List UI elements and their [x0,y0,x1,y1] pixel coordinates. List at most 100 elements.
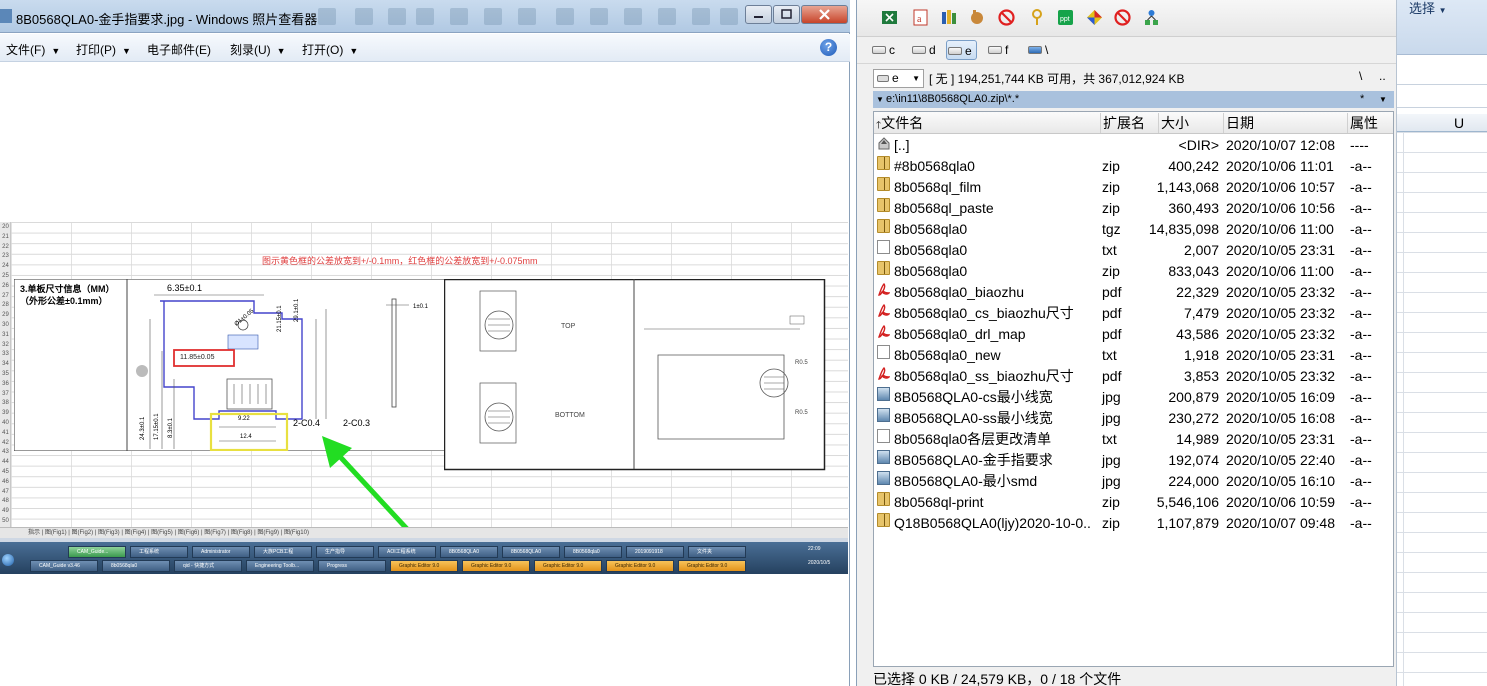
maximize-button[interactable] [773,5,800,24]
file-row[interactable]: 8b0568qla0 txt 2,007 2020/10/05 23:31 -a-- [874,240,1393,261]
column-ext-header[interactable]: 扩展名 [1101,113,1159,133]
help-icon[interactable]: ? [820,39,837,56]
drive-info-bar: e ▼ [ 无 ] 194,251,744 KB 可用，共 367,012,92… [857,65,1397,91]
menu-email[interactable]: 电子邮件(E) [147,41,211,58]
viewer-title-bar[interactable]: 8B0568QLA0-金手指要求.jpg - Windows 照片查看器 [0,0,850,33]
file-row[interactable]: 8b0568qla0_cs_biaozhu尺寸 pdf 7,479 2020/10/0… [874,303,1393,324]
path-filter[interactable]: * [1360,91,1364,108]
file-row[interactable]: 8B0568QLA0-cs最小线宽 jpg 200,879 2020/10/05 16… [874,387,1393,408]
photo-row-number: 39 [2,410,9,417]
drive-e-button[interactable]: e [946,40,977,60]
file-row[interactable]: 8b0568ql_paste zip 360,493 2020/10/06 10:56… [874,198,1393,219]
file-row[interactable]: 8b0568qla0_biaozhu pdf 22,329 2020/10/05 23… [874,282,1393,303]
ghost-icon [518,8,536,25]
file-row[interactable]: 8b0568qla0各层更改清单 txt 14,989 2020/10/05 23:3… [874,429,1393,450]
file-date: 2020/10/05 23:32 [1226,305,1335,321]
photo-taskbar: 22:09 2020/10/5 CAM_Guide... 工程系统 Administ… [0,542,848,574]
network-icon[interactable] [1143,9,1160,26]
column-size-header[interactable]: 大小 [1159,113,1224,133]
photo-taskbar-button: 8B0568QLA0 [502,546,560,558]
drive-free-space: [ 无 ] 194,251,744 KB 可用，共 367,012,924 KB [929,72,1185,86]
excel-icon[interactable] [881,9,898,26]
zip-file-icon [877,177,890,191]
menu-open[interactable]: 打开(O) ▼ [302,41,358,58]
ppt-icon[interactable]: ppt [1057,9,1074,26]
file-name: 8b0568ql_paste [894,200,994,216]
chevron-down-icon[interactable]: ▼ [1379,91,1387,108]
menu-file-label: 文件(F) [6,43,46,57]
file-date: 2020/10/05 16:09 [1226,389,1335,405]
drive-e-label: e [965,44,972,58]
cell-grid[interactable] [1397,132,1487,686]
column-name-header[interactable]: 🡑文件名 [874,113,1101,133]
photo-row-number: 47 [2,488,9,495]
photo-row-number: 35 [2,371,9,377]
column-ext-label: 扩展名 [1103,115,1145,131]
parent-dir-button[interactable]: .. [1379,69,1386,83]
file-row[interactable]: 8b0568qla0 tgz 14,835,098 2020/10/06 11:00-… [874,219,1393,240]
file-row[interactable]: 8B0568QLA0-ss最小线宽 jpg 230,272 2020/10/05 16… [874,408,1393,429]
close-button[interactable] [801,5,848,24]
column-attr-header[interactable]: 属性 [1348,113,1393,133]
window-caption-buttons [745,5,849,25]
menu-print[interactable]: 打印(P) ▼ [76,41,131,58]
drive-d-button[interactable]: d [911,40,936,60]
key-icon[interactable] [1029,9,1046,26]
ghost-icon [416,8,434,25]
drive-f-button[interactable]: f [987,40,1008,60]
palette-icon[interactable] [1086,9,1103,26]
file-row[interactable]: 8B0568QLA0-最小smd jpg 224,000 2020/10/05 16:… [874,471,1393,492]
file-row[interactable]: 8b0568qla0_ss_biaozhu尺寸 pdf 3,853 2020/10/0… [874,366,1393,387]
file-ext: zip [1102,494,1120,510]
file-row[interactable]: Q18B0568QLA0(ljy)2020-10-0.. zip 1,107,879… [874,513,1393,534]
photo-row-number: 29 [2,312,9,319]
formula-bar[interactable] [1397,84,1487,108]
file-size: 22,329 [1176,284,1219,300]
file-size: 400,242 [1168,158,1219,174]
photo-row-number: 40 [2,420,9,426]
stop-icon[interactable] [1114,9,1131,26]
stop-icon[interactable] [998,9,1015,26]
photo-dim-yellow-1: 9.22 [238,416,250,422]
menu-burn[interactable]: 刻录(U) ▼ [230,41,286,58]
file-row[interactable]: 8B0568QLA0-金手指要求 jpg 192,074 2020/10/05 22:… [874,450,1393,471]
photo-dim-v2: 29.1±0.1 [294,298,300,322]
select-menu[interactable]: 选择 ▼ [1409,0,1447,17]
hand-icon[interactable] [969,9,986,26]
ghost-icon [318,8,336,25]
file-size: 7,479 [1183,305,1219,321]
drive-c-button[interactable]: c [871,40,895,60]
photo-row-number: 31 [2,331,9,338]
photo-taskbar-button: 2019091918 [626,546,684,558]
column-u-header[interactable]: U [1454,115,1464,131]
photo-taskbar-button: CAM_Guide v3.46 [30,560,98,572]
file-attr: -a-- [1350,494,1372,510]
file-name: 8B0568QLA0-金手指要求 [894,452,1053,468]
books-icon[interactable] [940,9,957,26]
network-drive-button[interactable]: \ [1027,40,1048,60]
photo-row-number: 49 [2,508,9,515]
history-dropdown-icon[interactable]: ▼ [876,91,884,108]
drive-c-label: c [889,43,895,57]
photo-row-number: 36 [2,380,9,387]
drive-bar: c d e f \ [857,37,1397,64]
column-date-header[interactable]: 日期 [1224,113,1348,133]
photo-row-number: 28 [2,302,9,309]
root-dir-button[interactable]: \ [1359,69,1362,83]
drive-combo[interactable]: e ▼ [873,69,924,88]
file-row[interactable]: 8b0568qla0_new txt 1,918 2020/10/05 23:31 -a… [874,345,1393,366]
svg-text:a: a [917,14,922,25]
document-icon[interactable]: a [912,9,929,26]
menu-file[interactable]: 文件(F) ▼ [6,41,60,58]
photo-row-number: 45 [2,469,9,475]
minimize-button[interactable] [745,5,772,24]
file-row[interactable]: 8b0568ql_film zip 1,143,068 2020/10/06 10:5… [874,177,1393,198]
file-row[interactable]: 8b0568qla0_drl_map pdf 43,586 2020/10/05 23… [874,324,1393,345]
current-path-bar[interactable]: ▼ e:\in11\8B0568QLA0.zip\*.* * ▼ [873,91,1394,108]
file-name: 8b0568qla0 [894,263,968,279]
file-row[interactable]: #8b0568qla0 zip 400,242 2020/10/06 11:01 -a-… [874,156,1393,177]
file-date: 2020/10/05 23:32 [1226,368,1335,384]
file-row[interactable]: 8b0568ql-print zip 5,546,106 2020/10/06 10:… [874,492,1393,513]
file-row[interactable]: [..] <DIR> 2020/10/07 12:08 ---- [874,135,1393,156]
file-row[interactable]: 8b0568qla0 zip 833,043 2020/10/06 11:00 -a-- [874,261,1393,282]
